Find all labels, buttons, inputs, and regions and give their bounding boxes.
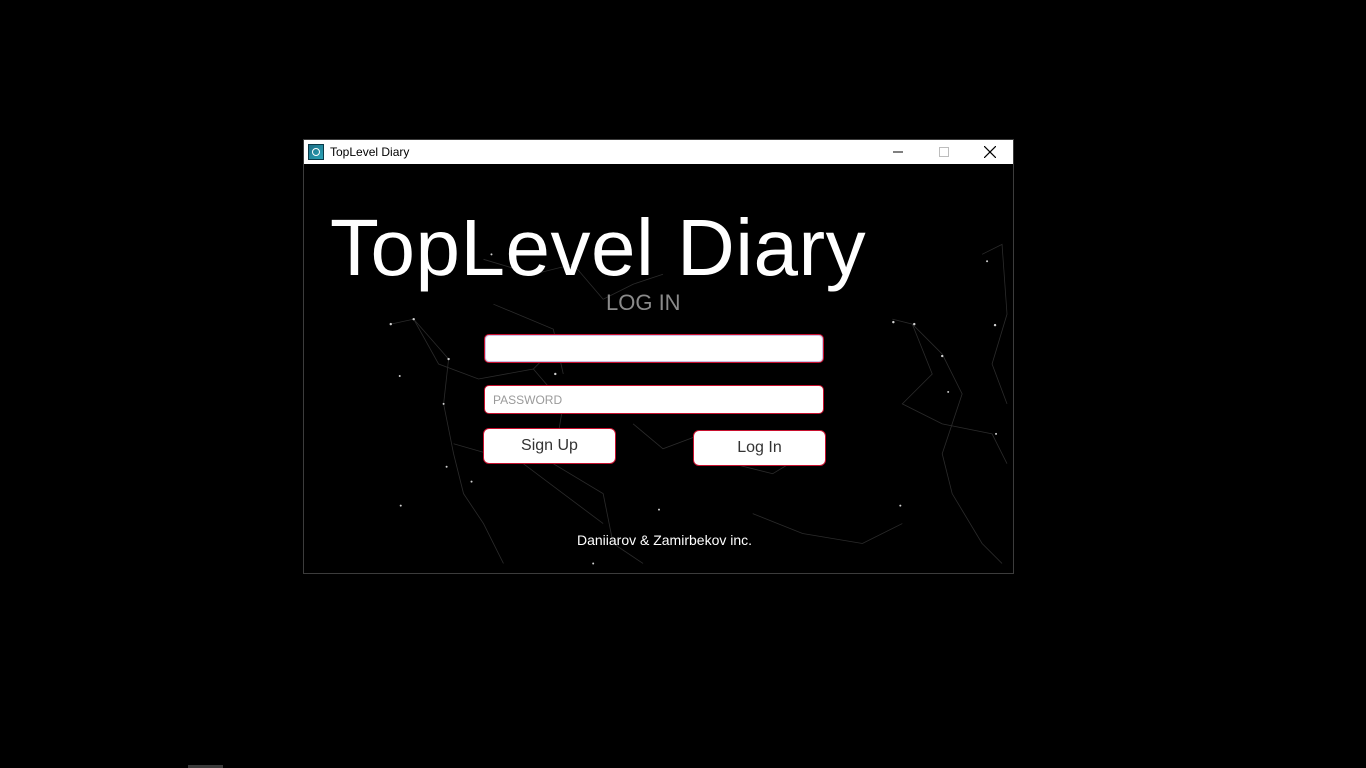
login-heading: LOG IN <box>606 290 681 315</box>
minimize-button[interactable] <box>875 140 921 164</box>
password-field[interactable] <box>484 385 824 414</box>
title-bar[interactable]: TopLevel Diary <box>304 140 1013 164</box>
app-window: TopLevel Diary TopLevel Diary LOG IN Sig… <box>303 139 1014 574</box>
window-title: TopLevel Diary <box>330 145 410 159</box>
sign-up-button[interactable]: Sign Up <box>483 428 616 464</box>
minimize-icon <box>893 151 903 153</box>
maximize-button[interactable] <box>921 140 967 164</box>
footer-credit: Daniiarov & Zamirbekov inc. <box>576 532 753 548</box>
window-controls <box>875 140 1013 164</box>
close-icon <box>984 146 996 158</box>
maximize-icon <box>939 147 949 157</box>
username-field[interactable] <box>484 334 824 363</box>
app-icon <box>308 144 324 160</box>
app-title: TopLevel Diary <box>330 203 867 292</box>
login-content: TopLevel Diary LOG IN Sign Up Log In Dan… <box>304 164 1013 573</box>
close-button[interactable] <box>967 140 1013 164</box>
log-in-button[interactable]: Log In <box>693 430 826 466</box>
